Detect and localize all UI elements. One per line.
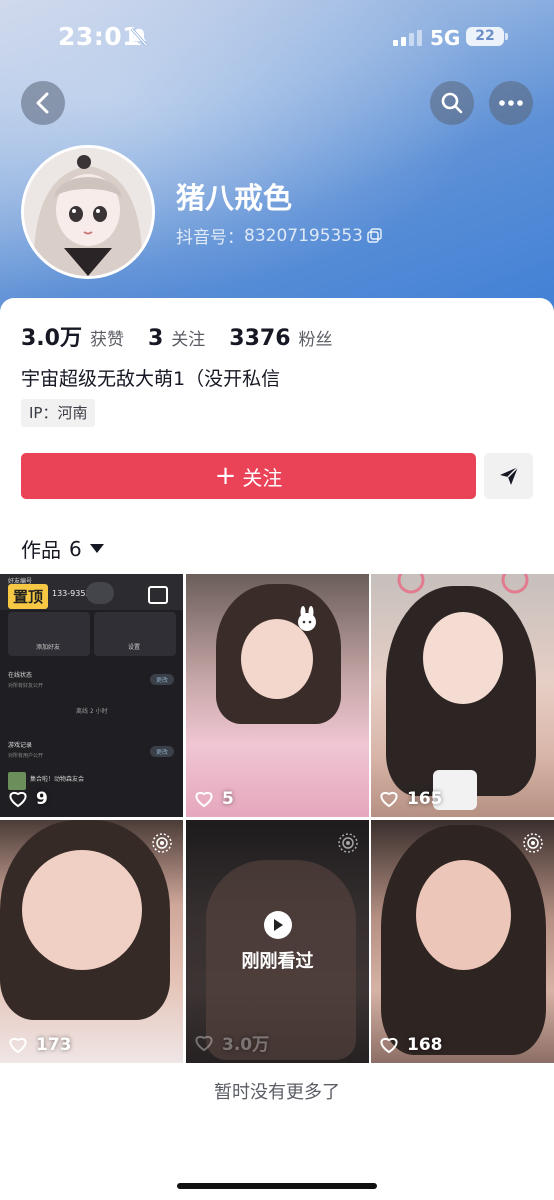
cat-ears-sticker-icon xyxy=(397,574,529,594)
video-tile-1[interactable]: 好友编号 133-9352 置顶 添加好友 设置 在线状态 对所有好友公开 更改… xyxy=(0,574,183,817)
status-bar: 23:01 5G 22 xyxy=(0,0,554,76)
tile1-online-desc: 对所有好友公开 xyxy=(8,683,44,689)
tile1-more-2: 更改 xyxy=(150,746,175,757)
tile1-game-desc: 对所有用户公开 xyxy=(8,753,44,759)
signal-icon xyxy=(393,30,422,46)
tile1-game-thumb xyxy=(8,772,26,790)
home-indicator[interactable] xyxy=(177,1183,377,1189)
bell-off-icon xyxy=(130,27,148,47)
tile1-more-1: 更改 xyxy=(150,674,175,685)
copy-icon[interactable] xyxy=(367,228,382,243)
video-likes-count: 173 xyxy=(36,1035,72,1055)
no-more-content-label: 暂时没有更多了 xyxy=(214,1082,340,1103)
back-button[interactable] xyxy=(21,81,65,125)
live-photo-icon xyxy=(523,833,543,853)
stat-following-value: 3 xyxy=(147,326,164,351)
works-count: 6 xyxy=(69,536,82,561)
video-likes: 168 xyxy=(379,1035,443,1055)
live-photo-icon xyxy=(152,833,172,853)
stat-followers-label: 粉丝 xyxy=(298,330,333,350)
video-likes: 9 xyxy=(8,789,48,809)
search-button[interactable] xyxy=(430,81,474,125)
works-tab-label: 作品 xyxy=(21,538,61,562)
video-likes-count: 168 xyxy=(407,1035,443,1055)
stat-likes[interactable]: 3.0万 获赞 xyxy=(21,320,124,352)
profile-stats: 3.0万 获赞 3 关注 3376 粉丝 xyxy=(21,320,357,352)
stat-followers[interactable]: 3376 粉丝 xyxy=(229,325,332,351)
follow-button[interactable]: + 关注 xyxy=(21,453,476,499)
paper-plane-icon xyxy=(499,466,519,485)
heart-icon xyxy=(9,792,27,808)
video-tile-4[interactable]: 173 xyxy=(0,820,183,1063)
battery-indicator: 22 xyxy=(466,27,508,46)
video-tile-6[interactable]: 168 xyxy=(371,820,554,1063)
video-likes: 3.0万 xyxy=(194,1030,269,1055)
tile1-online-label: 在线状态 xyxy=(8,672,33,679)
douyin-id-value: 83207195353 xyxy=(244,225,363,246)
recently-watched-label: 刚刚看过 xyxy=(241,950,314,972)
bunny-sticker-icon xyxy=(298,606,316,631)
video-likes: 5 xyxy=(194,789,234,809)
search-icon xyxy=(441,92,463,114)
tile1-code: 133-9352 xyxy=(52,589,91,598)
follow-button-label: 关注 xyxy=(242,465,283,490)
video-tile-3[interactable]: 165 xyxy=(371,574,554,817)
video-tile-5[interactable]: 刚刚看过 3.0万 xyxy=(186,820,369,1063)
tile6-face xyxy=(416,860,511,970)
heart-icon xyxy=(195,1035,213,1051)
douyin-id[interactable]: 抖音号： 83207195353 xyxy=(176,223,382,248)
network-label: 5G xyxy=(430,26,461,50)
more-dots-icon xyxy=(499,100,523,106)
stat-likes-value: 3.0万 xyxy=(21,326,82,351)
heart-icon xyxy=(380,1038,398,1054)
video-likes-count: 9 xyxy=(36,789,48,809)
profile-bio: 宇宙超级无敌大萌1（没开私信 xyxy=(21,368,281,390)
more-button[interactable] xyxy=(489,81,533,125)
caret-down-icon xyxy=(89,544,104,553)
video-grid: 好友编号 133-9352 置顶 添加好友 设置 在线状态 对所有好友公开 更改… xyxy=(0,574,554,1064)
tile1-link-icon xyxy=(86,582,114,604)
avatar[interactable] xyxy=(21,145,155,279)
douyin-id-label: 抖音号： xyxy=(176,228,244,248)
heart-icon xyxy=(380,792,398,808)
tile1-settings-label: 设置 xyxy=(128,644,141,651)
avatar-illustration xyxy=(24,148,152,276)
tile1-add-friend-label: 添加好友 xyxy=(36,644,61,651)
tile1-event: 集合啦！动物森友会 xyxy=(30,776,85,783)
stat-following[interactable]: 3 关注 xyxy=(148,325,205,351)
chevron-left-icon xyxy=(36,92,49,114)
video-likes-count: 165 xyxy=(407,789,443,809)
ip-location-badge: IP：河南 xyxy=(21,399,96,427)
stat-likes-label: 获赞 xyxy=(89,330,124,350)
send-message-button[interactable] xyxy=(484,453,533,499)
heart-icon xyxy=(9,1038,27,1054)
tile3-face xyxy=(423,612,503,704)
video-likes: 173 xyxy=(8,1035,72,1055)
stat-following-label: 关注 xyxy=(171,330,206,350)
profile-nickname: 猪八戒色 xyxy=(176,181,293,215)
video-tile-2[interactable]: 5 xyxy=(186,574,369,817)
tile1-square-icon xyxy=(148,586,168,604)
video-likes-count: 5 xyxy=(222,789,234,809)
tile4-face xyxy=(22,850,142,970)
works-tab[interactable]: 作品 6 xyxy=(21,534,104,563)
video-likes: 165 xyxy=(379,789,443,809)
plus-icon: + xyxy=(214,461,237,491)
play-icon xyxy=(263,910,292,939)
tile1-offline: 离线 2 小时 xyxy=(76,708,108,715)
tile1-game-label: 游戏记录 xyxy=(8,742,33,749)
heart-icon xyxy=(195,792,213,808)
video-likes-count: 3.0万 xyxy=(222,1035,270,1055)
recently-watched-overlay: 刚刚看过 xyxy=(186,820,369,1063)
stat-followers-value: 3376 xyxy=(229,326,291,351)
pinned-badge: 置顶 xyxy=(8,584,49,609)
